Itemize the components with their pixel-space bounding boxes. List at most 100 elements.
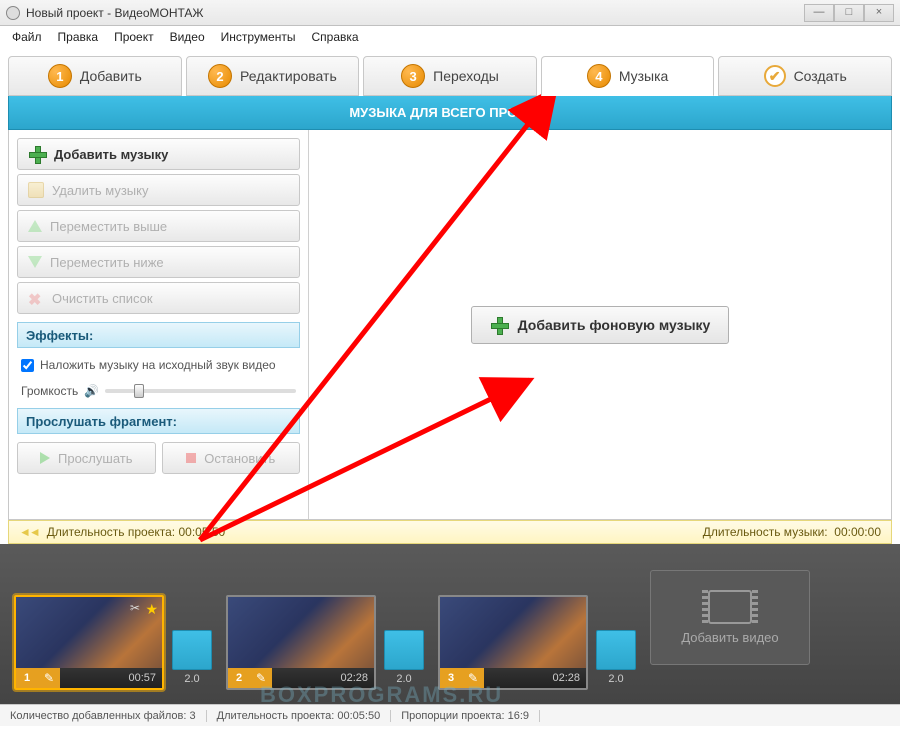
section-band: МУЗЫКА ДЛЯ ВСЕГО ПРОЕКТА [8,96,892,130]
film-icon [708,590,752,624]
clip-num: 3 [440,668,462,688]
speaker-icon: 🔊 [84,384,99,398]
delete-music-label: Удалить музыку [52,183,148,198]
play-icon [40,452,50,464]
delete-music-button[interactable]: Удалить музыку [17,174,300,206]
clear-list-button[interactable]: ✖ Очистить список [17,282,300,314]
preview-header: Прослушать фрагмент: [17,408,300,434]
menubar: Файл Правка Проект Видео Инструменты Спр… [0,26,900,48]
transition-2[interactable]: 2.0 [384,630,424,670]
app-icon [6,6,20,20]
plus-icon [490,316,508,334]
clear-list-label: Очистить список [52,291,153,306]
add-video-button[interactable]: Добавить видео [650,570,810,665]
transition-3[interactable]: 2.0 [596,630,636,670]
volume-row: Громкость 🔊 [17,378,300,404]
add-bg-music-label: Добавить фоновую музыку [518,317,711,333]
add-music-button[interactable]: Добавить музыку [17,138,300,170]
stop-label: Остановить [204,451,275,466]
music-duration-value: 00:00:00 [834,525,881,539]
star-icon: ★ [145,601,158,618]
project-duration-label: Длительность проекта: [47,525,175,539]
tab-add[interactable]: 1Добавить [8,56,182,96]
music-duration: Длительность музыки: 00:00:00 [703,525,881,539]
menu-file[interactable]: Файл [4,30,50,44]
play-row: Прослушать Остановить [17,442,300,478]
arrow-down-icon [28,256,42,268]
music-sidebar: Добавить музыку Удалить музыку Перемести… [9,130,309,519]
status-ratio: Пропорции проекта: 16:9 [391,710,540,722]
add-video-label: Добавить видео [681,630,778,645]
main-area: Добавить музыку Удалить музыку Перемести… [8,130,892,520]
clip-3[interactable]: 3 ✎ 02:28 2.0 [438,570,636,690]
clip-num: 2 [228,668,250,688]
menu-help[interactable]: Справка [303,30,366,44]
tab-music[interactable]: 4 Музыка [541,56,715,96]
volume-label: Громкость [21,384,78,398]
chevron-left-icon: ◄◄ [19,525,39,539]
add-music-label: Добавить музыку [54,147,168,162]
play-label: Прослушать [58,451,133,466]
maximize-button[interactable]: □ [834,4,864,22]
titlebar: Новый проект - ВидеоМОНТАЖ — □ × [0,0,900,26]
menu-project[interactable]: Проект [106,30,162,44]
transition-label: 2.0 [608,673,623,685]
folder-icon [28,182,44,198]
menu-tools[interactable]: Инструменты [213,30,304,44]
volume-slider[interactable] [105,389,296,393]
overlay-checkbox[interactable] [21,359,34,372]
transition-1[interactable]: 2.0 [172,630,212,670]
transition-label: 2.0 [396,673,411,685]
move-down-button[interactable]: Переместить ниже [17,246,300,278]
tab-check-icon: ✔ [764,65,786,87]
plus-icon [28,145,46,163]
clip-time: 00:57 [122,672,162,684]
overlay-option[interactable]: Наложить музыку на исходный звук видео [17,352,300,378]
stop-button[interactable]: Остановить [162,442,301,474]
tab-num-4-icon: 4 [587,64,611,88]
timeline[interactable]: ✂ ★ 1 ✎ 00:57 2.0 2 ✎ 02:28 2.0 3 ✎ 02:2… [0,544,900,704]
tab-transitions-label: Переходы [433,68,499,84]
effects-header: Эффекты: [17,322,300,348]
move-up-button[interactable]: Переместить выше [17,210,300,242]
status-bar: Количество добавленных файлов: 3 Длитель… [0,704,900,726]
tab-create-label: Создать [794,68,847,84]
clip-bar: 2 ✎ 02:28 [228,668,374,688]
clip-thumb[interactable]: 2 ✎ 02:28 [226,595,376,690]
menu-video[interactable]: Видео [162,30,213,44]
window-title: Новый проект - ВидеоМОНТАЖ [26,6,204,20]
add-bg-music-button[interactable]: Добавить фоновую музыку [471,306,730,344]
close-button[interactable]: × [864,4,894,22]
pencil-icon[interactable]: ✎ [462,668,484,688]
tab-transitions[interactable]: 3 Переходы [363,56,537,96]
clip-bar: 3 ✎ 02:28 [440,668,586,688]
window-buttons: — □ × [804,4,894,22]
slider-thumb[interactable] [134,384,144,398]
tab-num-3-icon: 3 [401,64,425,88]
minimize-button[interactable]: — [804,4,834,22]
tab-add-label: Добавить [80,68,142,84]
clip-time: 02:28 [546,672,586,684]
play-button[interactable]: Прослушать [17,442,156,474]
clip-bar: 1 ✎ 00:57 [16,668,162,688]
pencil-icon[interactable]: ✎ [38,668,60,688]
clip-1[interactable]: ✂ ★ 1 ✎ 00:57 2.0 [14,570,212,690]
transition-label: 2.0 [184,673,199,685]
tab-create[interactable]: ✔ Создать [718,56,892,96]
move-down-label: Переместить ниже [50,255,164,270]
overlay-label: Наложить музыку на исходный звук видео [40,358,276,372]
tab-music-label: Музыка [619,68,669,84]
menu-edit[interactable]: Правка [50,30,107,44]
pencil-icon[interactable]: ✎ [250,668,272,688]
music-duration-label: Длительность музыки: [703,525,828,539]
clip-2[interactable]: 2 ✎ 02:28 2.0 [226,570,424,690]
tab-num-2-icon: 2 [208,64,232,88]
tab-edit[interactable]: 2 Редактировать [186,56,360,96]
wizard-tabs: 1Добавить 2 Редактировать 3 Переходы 4 Музы… [0,48,900,96]
duration-bar: ◄◄ Длительность проекта: 00:05:50 Длител… [8,520,892,544]
scissors-icon: ✂ [130,601,140,615]
clip-thumb[interactable]: 3 ✎ 02:28 [438,595,588,690]
clip-thumb[interactable]: ✂ ★ 1 ✎ 00:57 [14,595,164,690]
tab-edit-label: Редактировать [240,68,337,84]
x-icon: ✖ [28,290,44,306]
